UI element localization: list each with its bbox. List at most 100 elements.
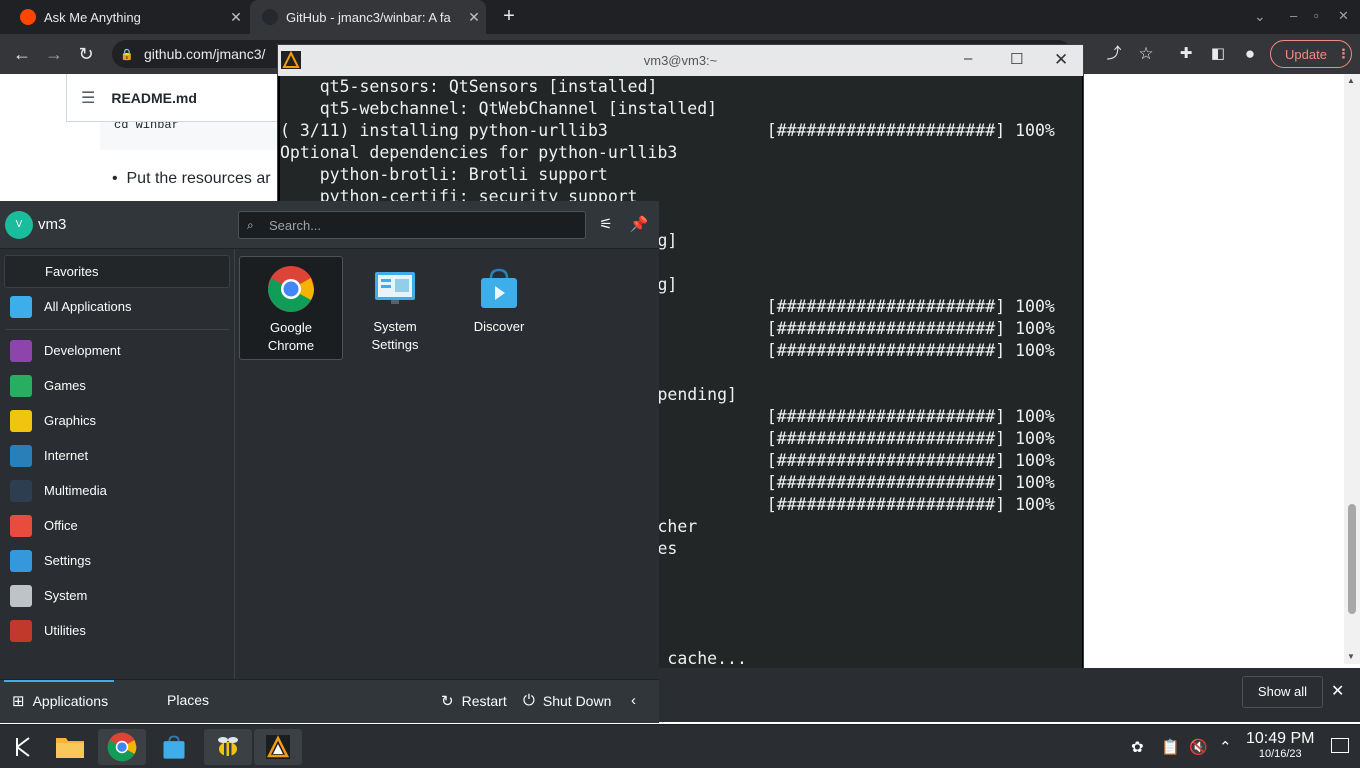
bullet-text: Put the resources ar (126, 170, 271, 187)
sidebar-item-label: Utilities (44, 623, 86, 638)
scroll-up-arrow-icon[interactable]: ▲ (1347, 76, 1355, 85)
maximize-icon[interactable]: ☐ (1010, 50, 1023, 68)
bee-tray-icon[interactable]: ✿ (1131, 738, 1144, 756)
sidebar-item-office[interactable]: Office (4, 509, 230, 542)
sidebar-item-multimedia[interactable]: Multimedia (4, 474, 230, 507)
scroll-down-arrow-icon[interactable]: ▼ (1347, 652, 1355, 661)
sidebar-item-label: Games (44, 378, 86, 393)
forward-arrow-icon[interactable]: → (42, 42, 66, 66)
profile-avatar-icon[interactable]: ● (1238, 42, 1262, 66)
clipboard-icon[interactable]: 📋 (1161, 738, 1180, 756)
app-name-line1: System (373, 319, 417, 334)
close-notification-icon[interactable]: ✕ (1331, 681, 1344, 701)
user-avatar[interactable]: V (5, 211, 33, 239)
sidebar-item-utilities[interactable]: Utilities (4, 614, 230, 647)
taskbar-app-bee[interactable] (204, 729, 252, 765)
update-button[interactable]: Update ⋮ (1270, 40, 1352, 68)
search-icon: ⌕ (247, 217, 254, 232)
launcher-search-input[interactable]: ⌕ Search... (238, 211, 586, 239)
favorite-system-settings[interactable]: System Settings (343, 256, 447, 360)
pin-icon[interactable]: 📌 (628, 214, 650, 236)
browser-tab-strip: Ask Me Anything ✕ GitHub - jmanc3/winbar… (0, 0, 1360, 34)
side-panel-icon[interactable]: ◧ (1206, 42, 1230, 66)
lock-icon: 🔒 (120, 48, 134, 61)
discover-icon (163, 735, 185, 759)
sidebar-item-favorites[interactable]: Favorites (4, 255, 230, 288)
konsole-titlebar[interactable]: vm3@vm3:~ – ☐ ✕ (278, 45, 1083, 76)
shutdown-button[interactable]: ⏻ Shut Down (523, 692, 611, 709)
scrollbar-thumb[interactable] (1348, 504, 1356, 614)
terminal-line: ( 3/11) installing python-urllib3 [#####… (280, 121, 1055, 140)
sidebar-item-label: Settings (44, 553, 91, 568)
tab-title: Ask Me Anything (44, 9, 141, 25)
more-menu-icon[interactable]: ⋮ (1337, 46, 1350, 62)
taskbar-konsole[interactable] (254, 729, 302, 765)
sidebar-item-settings[interactable]: Settings (4, 544, 230, 577)
sidebar-item-label: Graphics (44, 413, 97, 428)
close-tab-icon[interactable]: ✕ (462, 9, 486, 26)
terminal-line: Optional dependencies for python-urllib3 (280, 143, 678, 162)
divider (234, 249, 235, 679)
url-text: github.com/jmanc3/ (144, 46, 266, 62)
close-window-icon[interactable]: ✕ (1338, 8, 1349, 24)
close-tab-icon[interactable]: ✕ (224, 9, 248, 26)
sidebar-item-internet[interactable]: Internet (4, 439, 230, 472)
extensions-puzzle-icon[interactable]: ✚ (1174, 42, 1198, 66)
favorite-google-chrome[interactable]: Google Chrome (239, 256, 343, 360)
tab-github-winbar[interactable]: GitHub - jmanc3/winbar: A fa ✕ (250, 0, 486, 34)
tab-search-chevron-icon[interactable]: ⌄ (1254, 8, 1266, 25)
readme-header: ☰ README.md (66, 74, 278, 122)
share-icon[interactable]: ⤴ (1102, 42, 1126, 66)
tab-places[interactable]: Places (167, 692, 209, 708)
app-launcher-button[interactable] (0, 729, 48, 765)
taskbar-file-manager[interactable] (46, 729, 94, 765)
leave-options-button[interactable]: ‹ (631, 692, 644, 709)
page-scrollbar[interactable]: ▲ ▼ (1344, 74, 1360, 664)
notification-bar: Show all ✕ (659, 668, 1360, 722)
back-arrow-icon[interactable]: ← (10, 42, 34, 66)
minimize-icon[interactable]: – (964, 50, 972, 67)
terminal-line: qt5-webchannel: QtWebChannel [installed] (280, 99, 718, 118)
sidebar-item-label: All Applications (44, 299, 132, 314)
show-all-button[interactable]: Show all (1242, 676, 1323, 708)
minimize-icon[interactable]: – (1290, 8, 1297, 23)
new-tab-button[interactable]: + (498, 5, 520, 27)
app-name-line1: Google (270, 320, 312, 335)
show-desktop-icon[interactable] (1331, 738, 1349, 753)
utilities-icon (10, 619, 32, 642)
sidebar-divider (6, 329, 230, 330)
readme-filename: README.md (111, 89, 197, 106)
taskbar: ✿ 📋 🔇 ⌃ 10:49 PM 10/16/23 (0, 724, 1360, 768)
favorite-discover[interactable]: Discover (447, 256, 551, 360)
folder-icon (56, 738, 84, 758)
outline-list-icon[interactable]: ☰ (81, 88, 95, 108)
sidebar-item-label: Internet (44, 448, 89, 463)
tab-ask-me-anything[interactable]: Ask Me Anything ✕ (0, 0, 248, 34)
volume-muted-icon[interactable]: 🔇 (1189, 738, 1208, 756)
maximize-icon[interactable]: ▫ (1314, 8, 1319, 23)
tab-label: Applications (32, 693, 109, 709)
digital-clock[interactable]: 10:49 PM 10/16/23 (1246, 730, 1314, 760)
reload-icon[interactable]: ↻ (74, 42, 98, 66)
discover-icon (475, 264, 523, 312)
close-icon[interactable]: ✕ (1054, 50, 1068, 70)
restart-button[interactable]: ↻ Restart (441, 692, 507, 710)
sidebar-item-system[interactable]: System (4, 579, 230, 612)
configure-sliders-icon[interactable]: ⚟ (595, 214, 617, 236)
power-icon: ⏻ (523, 692, 535, 709)
sidebar-item-graphics[interactable]: Graphics (4, 404, 230, 437)
launcher-footer: ⊞ Applications Places ↻ Restart ⏻ Shut D… (0, 679, 659, 723)
sidebar-item-all-applications[interactable]: All Applications (4, 290, 230, 323)
tab-applications[interactable]: ⊞ Applications (12, 692, 108, 710)
sidebar-item-development[interactable]: Development (4, 334, 230, 367)
shutdown-label: Shut Down (542, 692, 612, 709)
bookmark-star-icon[interactable]: ☆ (1134, 42, 1158, 66)
github-favicon-icon (262, 9, 278, 25)
app-name-line2: Chrome (267, 338, 315, 353)
sidebar-item-games[interactable]: Games (4, 369, 230, 402)
terminal-line: python-brotli: Brotli support (280, 165, 608, 184)
taskbar-discover[interactable] (150, 729, 198, 765)
graphics-icon (10, 409, 32, 432)
system-tray-expand-icon[interactable]: ⌃ (1219, 738, 1232, 756)
taskbar-google-chrome[interactable] (98, 729, 146, 765)
